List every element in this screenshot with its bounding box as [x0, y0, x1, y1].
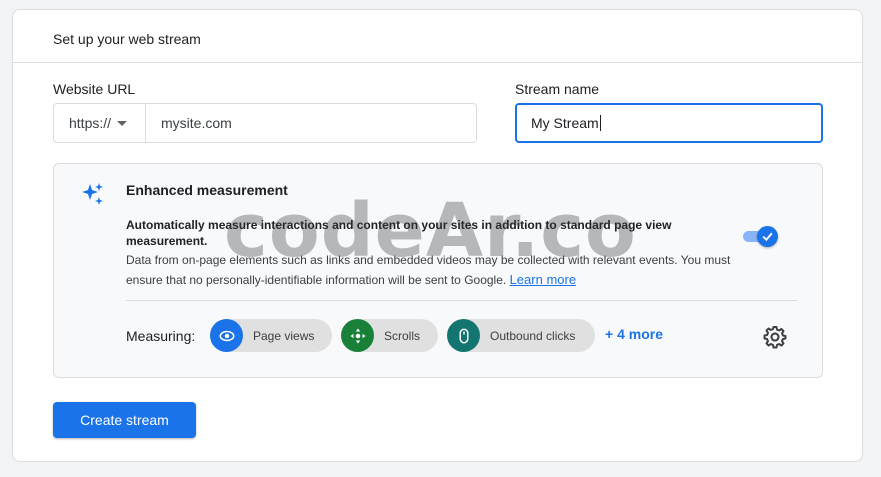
chip-label: Page views: [253, 328, 315, 343]
learn-more-link[interactable]: Learn more: [510, 272, 576, 287]
protocol-select[interactable]: https://: [53, 103, 146, 143]
website-url-input[interactable]: mysite.com: [146, 103, 477, 143]
gear-icon[interactable]: [763, 325, 787, 354]
chip-label: Outbound clicks: [490, 328, 576, 343]
more-link[interactable]: + 4 more: [605, 326, 663, 342]
enhanced-measurement-panel: Enhanced measurement Automatically measu…: [53, 163, 823, 378]
chip-page-views[interactable]: Page views: [210, 319, 332, 352]
stream-name-input[interactable]: My Stream: [515, 103, 823, 143]
chevron-down-icon: [117, 120, 128, 126]
toggle-thumb: [757, 226, 778, 247]
stream-name-label: Stream name: [515, 81, 600, 97]
mouse-icon: [447, 319, 480, 352]
enhanced-measurement-summary: Automatically measure interactions and c…: [126, 218, 672, 248]
text-cursor: [599, 115, 601, 131]
web-stream-card: Set up your web stream Website URL https…: [12, 9, 863, 462]
protocol-value: https://: [69, 115, 112, 131]
eye-icon: [210, 319, 243, 352]
scroll-target-icon: [341, 319, 374, 352]
notice-text: Data from on-page elements such as links…: [126, 253, 731, 287]
sparkle-icon: [80, 182, 104, 211]
divider: [13, 62, 862, 63]
website-url-label: Website URL: [53, 81, 136, 97]
chip-outbound-clicks[interactable]: Outbound clicks: [447, 319, 595, 352]
measuring-label: Measuring:: [126, 328, 196, 344]
card-title: Set up your web stream: [53, 31, 201, 47]
create-stream-button[interactable]: Create stream: [53, 402, 196, 438]
chip-label: Scrolls: [384, 328, 421, 343]
stream-name-value: My Stream: [531, 115, 599, 131]
enhanced-measurement-toggle[interactable]: [741, 226, 779, 247]
check-icon: [762, 232, 773, 242]
enhanced-measurement-title: Enhanced measurement: [126, 182, 288, 198]
url-value: mysite.com: [161, 115, 232, 131]
divider: [126, 300, 797, 301]
chip-scrolls[interactable]: Scrolls: [341, 319, 438, 352]
enhanced-measurement-notice: Data from on-page elements such as links…: [126, 250, 746, 290]
